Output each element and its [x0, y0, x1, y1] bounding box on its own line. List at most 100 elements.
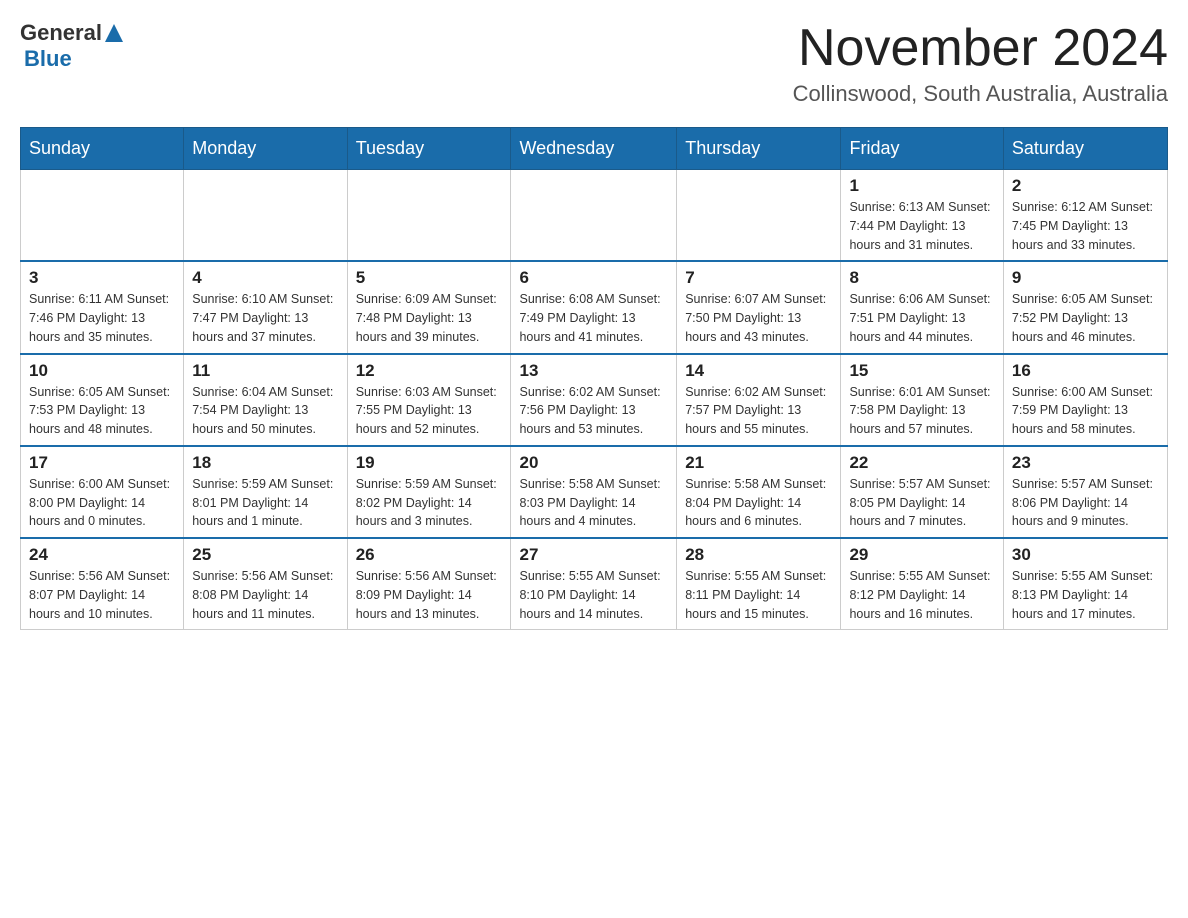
calendar-cell	[347, 170, 511, 262]
day-number: 5	[356, 268, 503, 288]
day-info: Sunrise: 6:02 AM Sunset: 7:57 PM Dayligh…	[685, 383, 832, 439]
day-number: 18	[192, 453, 338, 473]
day-number: 3	[29, 268, 175, 288]
day-info: Sunrise: 5:55 AM Sunset: 8:11 PM Dayligh…	[685, 567, 832, 623]
calendar-cell: 12Sunrise: 6:03 AM Sunset: 7:55 PM Dayli…	[347, 354, 511, 446]
day-info: Sunrise: 6:00 AM Sunset: 8:00 PM Dayligh…	[29, 475, 175, 531]
day-number: 11	[192, 361, 338, 381]
calendar-cell: 7Sunrise: 6:07 AM Sunset: 7:50 PM Daylig…	[677, 261, 841, 353]
calendar-cell: 13Sunrise: 6:02 AM Sunset: 7:56 PM Dayli…	[511, 354, 677, 446]
calendar-cell: 8Sunrise: 6:06 AM Sunset: 7:51 PM Daylig…	[841, 261, 1003, 353]
calendar-cell: 20Sunrise: 5:58 AM Sunset: 8:03 PM Dayli…	[511, 446, 677, 538]
calendar-cell: 3Sunrise: 6:11 AM Sunset: 7:46 PM Daylig…	[21, 261, 184, 353]
day-info: Sunrise: 6:13 AM Sunset: 7:44 PM Dayligh…	[849, 198, 994, 254]
calendar-week-row: 17Sunrise: 6:00 AM Sunset: 8:00 PM Dayli…	[21, 446, 1168, 538]
calendar-week-row: 24Sunrise: 5:56 AM Sunset: 8:07 PM Dayli…	[21, 538, 1168, 630]
calendar-cell: 18Sunrise: 5:59 AM Sunset: 8:01 PM Dayli…	[184, 446, 347, 538]
day-number: 19	[356, 453, 503, 473]
calendar-header-row: Sunday Monday Tuesday Wednesday Thursday…	[21, 128, 1168, 170]
calendar-cell: 9Sunrise: 6:05 AM Sunset: 7:52 PM Daylig…	[1003, 261, 1167, 353]
calendar-table: Sunday Monday Tuesday Wednesday Thursday…	[20, 127, 1168, 630]
calendar-cell: 24Sunrise: 5:56 AM Sunset: 8:07 PM Dayli…	[21, 538, 184, 630]
calendar-cell: 14Sunrise: 6:02 AM Sunset: 7:57 PM Dayli…	[677, 354, 841, 446]
header-sunday: Sunday	[21, 128, 184, 170]
day-info: Sunrise: 5:56 AM Sunset: 8:08 PM Dayligh…	[192, 567, 338, 623]
calendar-cell: 29Sunrise: 5:55 AM Sunset: 8:12 PM Dayli…	[841, 538, 1003, 630]
day-info: Sunrise: 5:59 AM Sunset: 8:01 PM Dayligh…	[192, 475, 338, 531]
day-info: Sunrise: 6:06 AM Sunset: 7:51 PM Dayligh…	[849, 290, 994, 346]
day-info: Sunrise: 6:02 AM Sunset: 7:56 PM Dayligh…	[519, 383, 668, 439]
day-number: 17	[29, 453, 175, 473]
day-info: Sunrise: 6:07 AM Sunset: 7:50 PM Dayligh…	[685, 290, 832, 346]
calendar-cell: 4Sunrise: 6:10 AM Sunset: 7:47 PM Daylig…	[184, 261, 347, 353]
calendar-cell: 6Sunrise: 6:08 AM Sunset: 7:49 PM Daylig…	[511, 261, 677, 353]
day-info: Sunrise: 6:00 AM Sunset: 7:59 PM Dayligh…	[1012, 383, 1159, 439]
day-number: 22	[849, 453, 994, 473]
calendar-cell: 15Sunrise: 6:01 AM Sunset: 7:58 PM Dayli…	[841, 354, 1003, 446]
day-info: Sunrise: 5:55 AM Sunset: 8:10 PM Dayligh…	[519, 567, 668, 623]
day-number: 20	[519, 453, 668, 473]
day-number: 1	[849, 176, 994, 196]
calendar-cell: 11Sunrise: 6:04 AM Sunset: 7:54 PM Dayli…	[184, 354, 347, 446]
day-number: 15	[849, 361, 994, 381]
day-number: 24	[29, 545, 175, 565]
day-info: Sunrise: 5:56 AM Sunset: 8:09 PM Dayligh…	[356, 567, 503, 623]
day-number: 8	[849, 268, 994, 288]
day-number: 10	[29, 361, 175, 381]
calendar-cell: 10Sunrise: 6:05 AM Sunset: 7:53 PM Dayli…	[21, 354, 184, 446]
day-number: 16	[1012, 361, 1159, 381]
header-tuesday: Tuesday	[347, 128, 511, 170]
calendar-cell: 30Sunrise: 5:55 AM Sunset: 8:13 PM Dayli…	[1003, 538, 1167, 630]
day-info: Sunrise: 5:57 AM Sunset: 8:05 PM Dayligh…	[849, 475, 994, 531]
calendar-cell: 25Sunrise: 5:56 AM Sunset: 8:08 PM Dayli…	[184, 538, 347, 630]
day-number: 29	[849, 545, 994, 565]
calendar-cell: 17Sunrise: 6:00 AM Sunset: 8:00 PM Dayli…	[21, 446, 184, 538]
day-number: 25	[192, 545, 338, 565]
calendar-week-row: 10Sunrise: 6:05 AM Sunset: 7:53 PM Dayli…	[21, 354, 1168, 446]
page-header: General Blue November 2024 Collinswood, …	[20, 20, 1168, 107]
calendar-week-row: 3Sunrise: 6:11 AM Sunset: 7:46 PM Daylig…	[21, 261, 1168, 353]
day-info: Sunrise: 5:55 AM Sunset: 8:12 PM Dayligh…	[849, 567, 994, 623]
logo: General Blue	[20, 20, 124, 72]
calendar-cell: 27Sunrise: 5:55 AM Sunset: 8:10 PM Dayli…	[511, 538, 677, 630]
day-info: Sunrise: 6:12 AM Sunset: 7:45 PM Dayligh…	[1012, 198, 1159, 254]
calendar-cell	[677, 170, 841, 262]
day-number: 23	[1012, 453, 1159, 473]
day-number: 2	[1012, 176, 1159, 196]
day-number: 30	[1012, 545, 1159, 565]
day-number: 7	[685, 268, 832, 288]
header-thursday: Thursday	[677, 128, 841, 170]
day-info: Sunrise: 6:10 AM Sunset: 7:47 PM Dayligh…	[192, 290, 338, 346]
day-number: 4	[192, 268, 338, 288]
day-number: 13	[519, 361, 668, 381]
day-info: Sunrise: 6:11 AM Sunset: 7:46 PM Dayligh…	[29, 290, 175, 346]
calendar-week-row: 1Sunrise: 6:13 AM Sunset: 7:44 PM Daylig…	[21, 170, 1168, 262]
day-number: 27	[519, 545, 668, 565]
header-friday: Friday	[841, 128, 1003, 170]
title-section: November 2024 Collinswood, South Austral…	[793, 20, 1168, 107]
day-info: Sunrise: 5:59 AM Sunset: 8:02 PM Dayligh…	[356, 475, 503, 531]
calendar-cell: 5Sunrise: 6:09 AM Sunset: 7:48 PM Daylig…	[347, 261, 511, 353]
calendar-cell: 26Sunrise: 5:56 AM Sunset: 8:09 PM Dayli…	[347, 538, 511, 630]
day-info: Sunrise: 5:58 AM Sunset: 8:04 PM Dayligh…	[685, 475, 832, 531]
calendar-cell	[21, 170, 184, 262]
day-info: Sunrise: 6:03 AM Sunset: 7:55 PM Dayligh…	[356, 383, 503, 439]
day-info: Sunrise: 5:58 AM Sunset: 8:03 PM Dayligh…	[519, 475, 668, 531]
day-info: Sunrise: 5:55 AM Sunset: 8:13 PM Dayligh…	[1012, 567, 1159, 623]
logo-blue-text: Blue	[24, 46, 72, 72]
logo-general-text: General	[20, 20, 102, 46]
day-info: Sunrise: 6:09 AM Sunset: 7:48 PM Dayligh…	[356, 290, 503, 346]
calendar-cell	[184, 170, 347, 262]
day-info: Sunrise: 6:05 AM Sunset: 7:53 PM Dayligh…	[29, 383, 175, 439]
logo-triangle-icon	[105, 24, 123, 42]
month-title: November 2024	[793, 20, 1168, 77]
day-info: Sunrise: 6:04 AM Sunset: 7:54 PM Dayligh…	[192, 383, 338, 439]
calendar-cell: 22Sunrise: 5:57 AM Sunset: 8:05 PM Dayli…	[841, 446, 1003, 538]
day-info: Sunrise: 6:08 AM Sunset: 7:49 PM Dayligh…	[519, 290, 668, 346]
day-info: Sunrise: 5:57 AM Sunset: 8:06 PM Dayligh…	[1012, 475, 1159, 531]
day-info: Sunrise: 6:01 AM Sunset: 7:58 PM Dayligh…	[849, 383, 994, 439]
day-number: 21	[685, 453, 832, 473]
day-number: 26	[356, 545, 503, 565]
calendar-cell: 16Sunrise: 6:00 AM Sunset: 7:59 PM Dayli…	[1003, 354, 1167, 446]
location-text: Collinswood, South Australia, Australia	[793, 81, 1168, 107]
